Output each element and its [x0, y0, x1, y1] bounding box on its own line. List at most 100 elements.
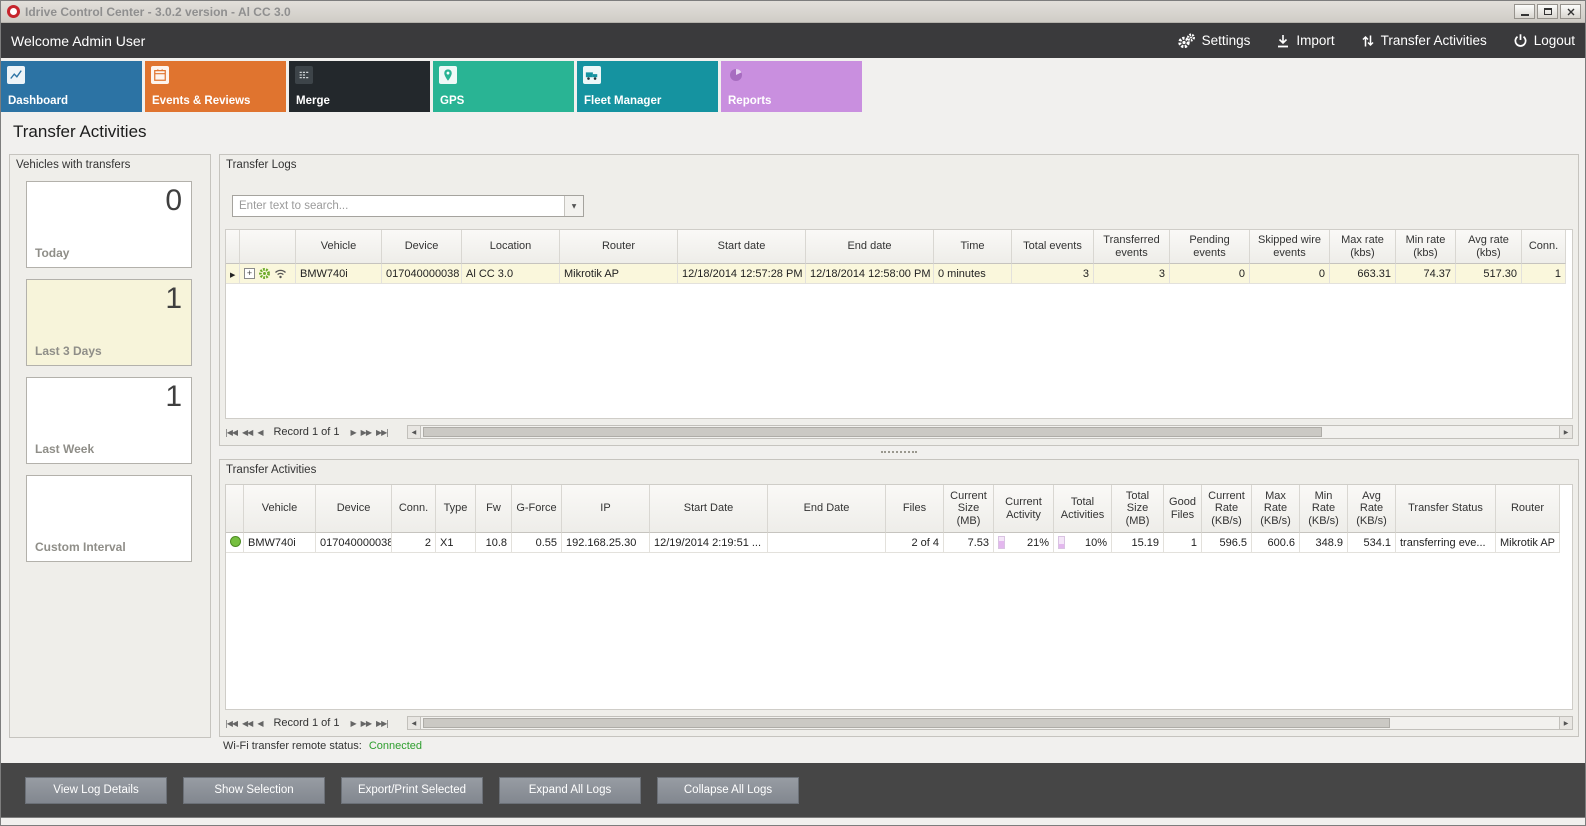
tab-dashboard[interactable]: Dashboard — [1, 61, 142, 112]
cell-start-date[interactable]: 12/19/2014 2:19:51 ... — [650, 533, 768, 553]
col-total-size[interactable]: Total Size (MB) — [1112, 485, 1164, 533]
filter-card-last-3-days[interactable]: 1 Last 3 Days — [26, 279, 192, 366]
logs-horizontal-scrollbar[interactable]: ◀ ▶ — [407, 425, 1573, 439]
logout-button[interactable]: Logout — [1513, 33, 1575, 48]
tab-events-reviews[interactable]: Events & Reviews — [145, 61, 286, 112]
col-current-activity[interactable]: Current Activity — [994, 485, 1054, 533]
last-record-button[interactable]: ▶▶| — [376, 428, 388, 437]
col-current-size[interactable]: Current Size (MB) — [944, 485, 994, 533]
cell-total-events[interactable]: 3 — [1012, 264, 1094, 284]
view-log-details-button[interactable]: View Log Details — [25, 777, 167, 804]
col-avg-rate[interactable]: Avg rate (kbs) — [1456, 230, 1522, 264]
first-record-button[interactable]: |◀◀ — [225, 428, 237, 437]
col-total-events[interactable]: Total events — [1012, 230, 1094, 264]
cell-router[interactable]: Mikrotik AP — [1496, 533, 1560, 553]
col-skipped-wire-events[interactable]: Skipped wire events — [1250, 230, 1330, 264]
cell-transferred-events[interactable]: 3 — [1094, 264, 1170, 284]
row-icons-cell[interactable]: + — [240, 264, 296, 284]
filter-card-today[interactable]: 0 Today — [26, 181, 192, 268]
col-ip[interactable]: IP — [562, 485, 650, 533]
collapse-all-logs-button[interactable]: Collapse All Logs — [657, 777, 799, 804]
close-button[interactable] — [1560, 4, 1581, 19]
col-avg-rate[interactable]: Avg Rate (KB/s) — [1348, 485, 1396, 533]
search-dropdown-button[interactable]: ▼ — [564, 196, 583, 216]
cell-device[interactable]: 017040000038 — [382, 264, 462, 284]
cell-ip[interactable]: 192.168.25.30 — [562, 533, 650, 553]
cell-end-date[interactable] — [768, 533, 886, 553]
col-time[interactable]: Time — [934, 230, 1012, 264]
col-current-rate[interactable]: Current Rate (KB/s) — [1202, 485, 1252, 533]
minimize-button[interactable] — [1514, 4, 1535, 19]
col-vehicle[interactable]: Vehicle — [296, 230, 382, 264]
scroll-left-icon[interactable]: ◀ — [407, 425, 421, 439]
cell-good-files[interactable]: 1 — [1164, 533, 1202, 553]
col-type[interactable]: Type — [436, 485, 476, 533]
tab-merge[interactable]: Merge — [289, 61, 430, 112]
cell-current-size[interactable]: 7.53 — [944, 533, 994, 553]
export-print-selected-button[interactable]: Export/Print Selected — [341, 777, 483, 804]
first-record-button[interactable]: |◀◀ — [225, 719, 237, 728]
cell-fw[interactable]: 10.8 — [476, 533, 512, 553]
expand-all-logs-button[interactable]: Expand All Logs — [499, 777, 641, 804]
activities-horizontal-scrollbar[interactable]: ◀ ▶ — [407, 716, 1573, 730]
prev-page-button[interactable]: ◀◀ — [242, 719, 252, 728]
cell-status[interactable] — [226, 533, 244, 553]
filter-card-last-week[interactable]: 1 Last Week — [26, 377, 192, 464]
cell-time[interactable]: 0 minutes — [934, 264, 1012, 284]
cell-max-rate[interactable]: 663.31 — [1330, 264, 1396, 284]
col-min-rate[interactable]: Min rate (kbs) — [1396, 230, 1456, 264]
next-page-button[interactable]: ▶▶ — [361, 428, 371, 437]
col-vehicle[interactable]: Vehicle — [244, 485, 316, 533]
col-router[interactable]: Router — [560, 230, 678, 264]
show-selection-button[interactable]: Show Selection — [183, 777, 325, 804]
col-end-date[interactable]: End Date — [768, 485, 886, 533]
cell-router[interactable]: Mikrotik AP — [560, 264, 678, 284]
cell-vehicle[interactable]: BMW740i — [296, 264, 382, 284]
cell-device[interactable]: 017040000038 — [316, 533, 392, 553]
prev-record-button[interactable]: ◀ — [257, 719, 262, 728]
col-min-rate[interactable]: Min Rate (KB/s) — [1300, 485, 1348, 533]
cell-end-date[interactable]: 12/18/2014 12:58:00 PM — [806, 264, 934, 284]
next-record-button[interactable]: ▶ — [351, 719, 356, 728]
transfer-log-row[interactable]: ▶ + BMW740i 017040000038 Al CC 3.0 Mikro… — [226, 264, 1566, 284]
cell-conn[interactable]: 1 — [1522, 264, 1566, 284]
cell-skipped-wire-events[interactable]: 0 — [1250, 264, 1330, 284]
scroll-right-icon[interactable]: ▶ — [1559, 716, 1573, 730]
cell-conn[interactable]: 2 — [392, 533, 436, 553]
col-good-files[interactable]: Good Files — [1164, 485, 1202, 533]
activities-scrollbar-track[interactable] — [421, 716, 1559, 730]
row-indicator-cell[interactable]: ▶ — [226, 264, 240, 284]
next-record-button[interactable]: ▶ — [351, 428, 356, 437]
cell-current-activity[interactable]: 21% — [994, 533, 1054, 553]
tab-reports[interactable]: Reports — [721, 61, 862, 112]
col-fw[interactable]: Fw — [476, 485, 512, 533]
prev-record-button[interactable]: ◀ — [257, 428, 262, 437]
cell-location[interactable]: Al CC 3.0 — [462, 264, 560, 284]
col-transferred-events[interactable]: Transferred events — [1094, 230, 1170, 264]
cell-transfer-status[interactable]: transferring eve... — [1396, 533, 1496, 553]
transfer-activities-button[interactable]: Transfer Activities — [1361, 33, 1487, 48]
col-router[interactable]: Router — [1496, 485, 1560, 533]
col-device[interactable]: Device — [316, 485, 392, 533]
cell-max-rate[interactable]: 600.6 — [1252, 533, 1300, 553]
col-transfer-status[interactable]: Transfer Status — [1396, 485, 1496, 533]
cell-avg-rate[interactable]: 517.30 — [1456, 264, 1522, 284]
cell-total-activities[interactable]: 10% — [1054, 533, 1112, 553]
cell-start-date[interactable]: 12/18/2014 12:57:28 PM — [678, 264, 806, 284]
cell-min-rate[interactable]: 74.37 — [1396, 264, 1456, 284]
col-end-date[interactable]: End date — [806, 230, 934, 264]
prev-page-button[interactable]: ◀◀ — [242, 428, 252, 437]
panel-splitter-handle[interactable] — [881, 451, 917, 454]
col-start-date[interactable]: Start Date — [650, 485, 768, 533]
col-max-rate[interactable]: Max rate (kbs) — [1330, 230, 1396, 264]
col-total-activities[interactable]: Total Activities — [1054, 485, 1112, 533]
search-input[interactable] — [233, 196, 564, 216]
cell-g-force[interactable]: 0.55 — [512, 533, 562, 553]
settings-button[interactable]: Settings — [1177, 33, 1251, 49]
col-device[interactable]: Device — [382, 230, 462, 264]
cell-files[interactable]: 2 of 4 — [886, 533, 944, 553]
col-conn[interactable]: Conn. — [1522, 230, 1566, 264]
col-location[interactable]: Location — [462, 230, 560, 264]
col-files[interactable]: Files — [886, 485, 944, 533]
logs-scrollbar-thumb[interactable] — [423, 427, 1322, 437]
